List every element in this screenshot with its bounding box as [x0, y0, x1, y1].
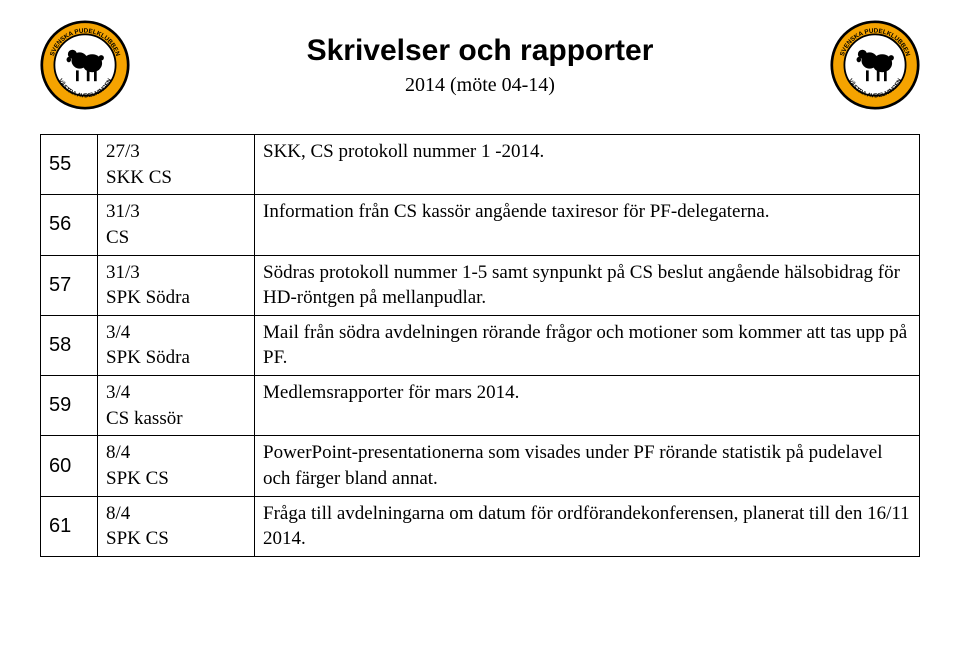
row-from: SPK Södra	[106, 345, 246, 371]
table-row: 5631/3CSInformation från CS kassör angåe…	[41, 195, 920, 255]
logo-left: SVENSKA PUDELKLUBBEN VÄSTRA AVDELNINGEN	[40, 20, 130, 110]
page-subtitle: 2014 (möte 04-14)	[130, 74, 830, 97]
page-title: Skrivelser och rapporter	[130, 34, 830, 68]
row-text: Mail från södra avdelningen rörande fråg…	[255, 315, 920, 375]
row-date: 8/4	[106, 501, 246, 527]
table-row: 5731/3SPK SödraSödras protokoll nummer 1…	[41, 255, 920, 315]
row-source: 31/3CS	[98, 195, 255, 255]
table-row: 5527/3SKK CSSKK, CS protokoll nummer 1 -…	[41, 135, 920, 195]
row-number: 57	[41, 255, 98, 315]
row-source: 8/4SPK CS	[98, 436, 255, 496]
row-text: Medlemsrapporter för mars 2014.	[255, 376, 920, 436]
row-number: 55	[41, 135, 98, 195]
row-date: 3/4	[106, 380, 246, 406]
row-from: SKK CS	[106, 165, 246, 191]
row-from: SPK CS	[106, 526, 246, 552]
table-row: 583/4SPK SödraMail från södra avdelninge…	[41, 315, 920, 375]
row-number: 58	[41, 315, 98, 375]
row-source: 3/4CS kassör	[98, 376, 255, 436]
row-text: Information från CS kassör angående taxi…	[255, 195, 920, 255]
row-date: 27/3	[106, 139, 246, 165]
row-text: Södras protokoll nummer 1-5 samt synpunk…	[255, 255, 920, 315]
row-source: 27/3SKK CS	[98, 135, 255, 195]
row-number: 60	[41, 436, 98, 496]
row-from: SPK CS	[106, 466, 246, 492]
row-date: 31/3	[106, 199, 246, 225]
row-date: 8/4	[106, 440, 246, 466]
row-number: 59	[41, 376, 98, 436]
table-row: 608/4SPK CSPowerPoint-presentationerna s…	[41, 436, 920, 496]
logo-right: SVENSKA PUDELKLUBBEN VÄSTRA AVDELNINGEN	[830, 20, 920, 110]
row-text: SKK, CS protokoll nummer 1 -2014.	[255, 135, 920, 195]
row-text: PowerPoint-presentationerna som visades …	[255, 436, 920, 496]
table-row: 618/4SPK CSFråga till avdelningarna om d…	[41, 496, 920, 556]
row-text: Fråga till avdelningarna om datum för or…	[255, 496, 920, 556]
row-from: CS kassör	[106, 406, 246, 432]
report-table: 5527/3SKK CSSKK, CS protokoll nummer 1 -…	[40, 134, 920, 557]
row-from: SPK Södra	[106, 285, 246, 311]
row-source: 8/4SPK CS	[98, 496, 255, 556]
header-row: SVENSKA PUDELKLUBBEN VÄSTRA AVDELNINGEN …	[40, 20, 920, 110]
row-number: 61	[41, 496, 98, 556]
row-date: 31/3	[106, 260, 246, 286]
row-date: 3/4	[106, 320, 246, 346]
row-from: CS	[106, 225, 246, 251]
row-source: 31/3SPK Södra	[98, 255, 255, 315]
title-block: Skrivelser och rapporter 2014 (möte 04-1…	[130, 34, 830, 97]
row-source: 3/4SPK Södra	[98, 315, 255, 375]
table-row: 593/4CS kassörMedlemsrapporter för mars …	[41, 376, 920, 436]
row-number: 56	[41, 195, 98, 255]
